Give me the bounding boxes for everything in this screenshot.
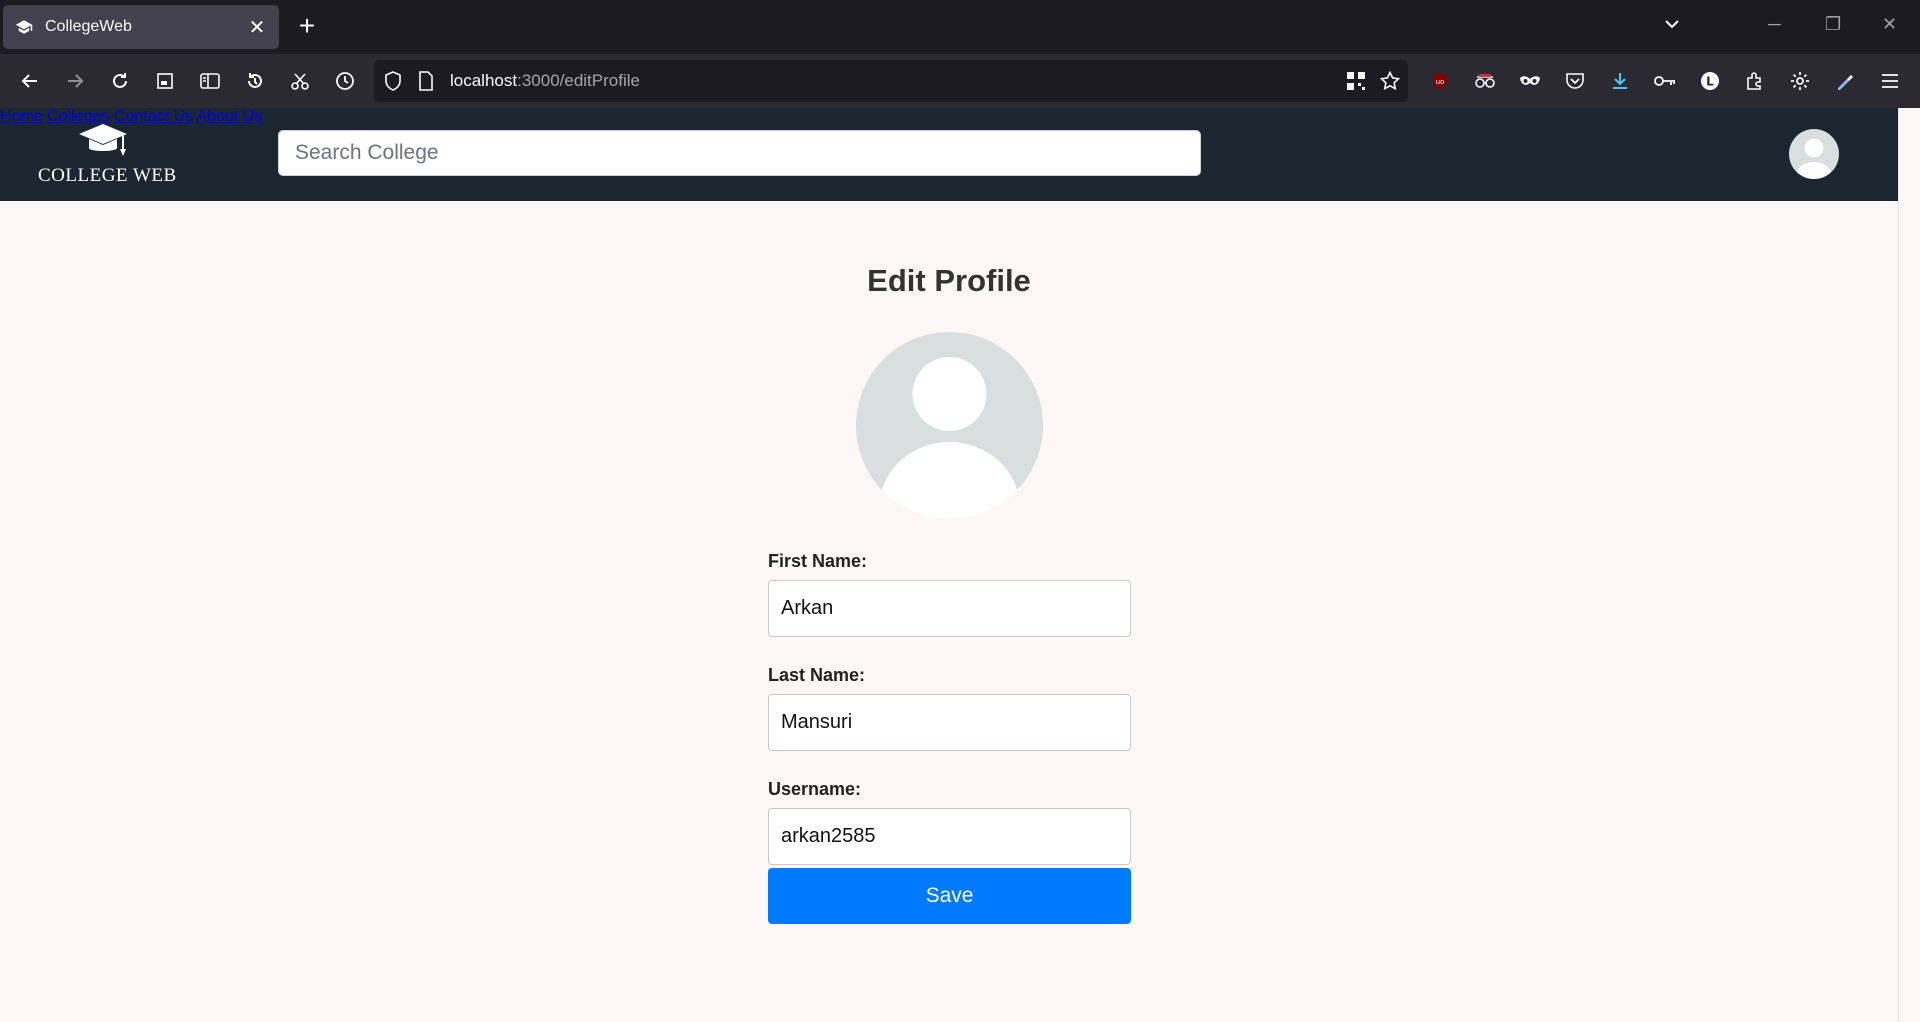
browser-tab[interactable]: CollegeWeb ✕ [3, 5, 279, 49]
forward-icon[interactable] [60, 66, 90, 96]
tab-close-icon[interactable]: ✕ [247, 15, 267, 40]
key-icon[interactable] [1650, 66, 1680, 96]
tracking-protection-icon[interactable] [384, 71, 402, 96]
nav-about-link[interactable]: About Us [197, 108, 263, 125]
pocket-icon[interactable] [1560, 66, 1590, 96]
user-avatar-icon [1797, 138, 1831, 179]
app-menu-icon[interactable] [1875, 66, 1905, 96]
page-scrollbar[interactable] [1898, 108, 1920, 1022]
address-bar[interactable]: localhost:3000/editProfile [374, 60, 1408, 102]
mask-extension-icon[interactable] [1515, 66, 1545, 96]
profile-picture [856, 332, 1043, 519]
first-name-input[interactable] [768, 580, 1131, 637]
graduation-cap-icon [15, 18, 33, 36]
ublock-icon[interactable]: uo [1425, 66, 1455, 96]
url-path: :3000/editProfile [517, 71, 640, 90]
edit-profile-section: Edit Profile First Name: Last Name: User… [0, 201, 1898, 1022]
page-title: Edit Profile [867, 263, 1031, 298]
username-label: Username: [768, 779, 862, 799]
logo-text: COLLEGE WEB [38, 165, 177, 186]
user-avatar-large-icon [879, 357, 1020, 519]
search-college-input[interactable] [278, 130, 1201, 176]
graduation-cap-logo-icon [38, 122, 168, 163]
download-icon[interactable] [1605, 66, 1635, 96]
cut-tool-icon[interactable] [285, 66, 315, 96]
profile-avatar-button[interactable] [1789, 129, 1839, 179]
first-name-label: First Name: [768, 551, 868, 571]
reader-view-icon[interactable] [195, 66, 225, 96]
tab-title: CollegeWeb [45, 18, 132, 35]
list-all-tabs-icon[interactable] [1662, 14, 1682, 39]
site-header: COLLEGE WEB Home Colleges Contact Us Abo… [0, 108, 1898, 201]
window-close-icon[interactable]: ✕ [1882, 14, 1897, 35]
page-viewport: COLLEGE WEB Home Colleges Contact Us Abo… [0, 108, 1920, 1022]
restore-icon[interactable]: ❐ [1825, 14, 1841, 35]
username-input[interactable] [768, 808, 1131, 865]
url-text[interactable]: localhost:3000/editProfile [450, 71, 640, 91]
new-tab-icon[interactable]: + [292, 12, 322, 42]
back-icon[interactable] [15, 66, 45, 96]
page-info-icon[interactable] [418, 71, 434, 96]
minimize-icon[interactable]: ─ [1768, 14, 1781, 35]
nav-home-link[interactable]: Home [0, 108, 43, 125]
screenshot-icon[interactable] [150, 66, 180, 96]
svg-text:L: L [1706, 75, 1714, 89]
site-logo[interactable]: COLLEGE WEB [38, 122, 176, 186]
last-name-input[interactable] [768, 694, 1131, 751]
url-host: localhost [450, 71, 518, 90]
extensions-puzzle-icon[interactable] [1740, 66, 1770, 96]
last-name-label: Last Name: [768, 665, 866, 685]
svg-text:uo: uo [1436, 78, 1445, 86]
color-picker-icon[interactable] [1830, 66, 1860, 96]
edit-profile-form: First Name: Last Name: Username: Save [768, 550, 1131, 924]
reload-icon[interactable] [105, 66, 135, 96]
clock-icon[interactable] [330, 66, 360, 96]
qr-code-icon[interactable] [1346, 71, 1366, 96]
bookmark-star-icon[interactable] [1379, 70, 1401, 96]
glasses-extension-icon[interactable] [1470, 66, 1500, 96]
history-back-icon[interactable] [240, 66, 270, 96]
browser-tab-bar: CollegeWeb ✕ + ─ ❐ ✕ [0, 0, 1920, 54]
browser-toolbar: localhost:3000/editProfile uo L [0, 54, 1920, 108]
l-extension-icon[interactable]: L [1695, 66, 1725, 96]
settings-gear-icon[interactable] [1785, 66, 1815, 96]
save-button[interactable]: Save [768, 868, 1131, 924]
